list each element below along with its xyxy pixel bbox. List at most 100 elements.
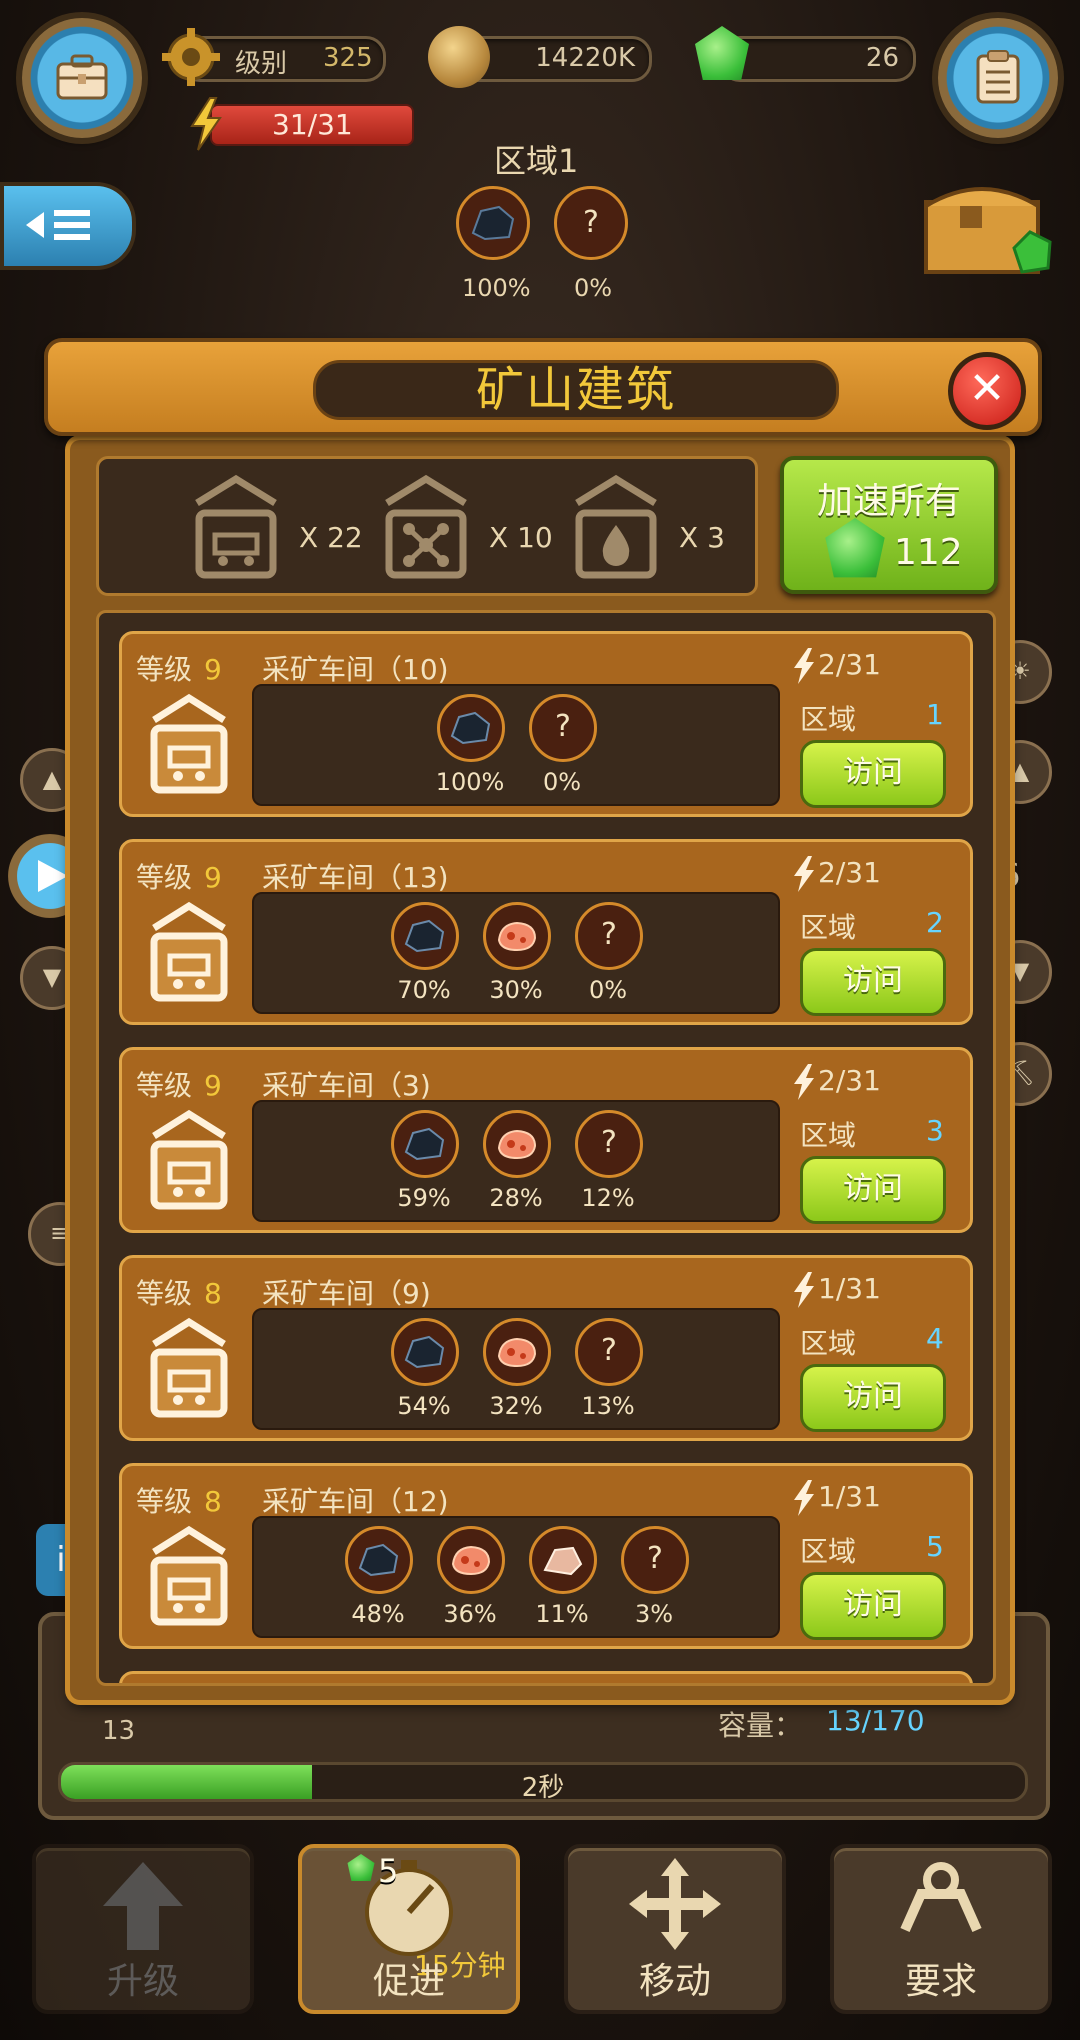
level-label: 等级 (136, 1485, 193, 1518)
resource-ball: ? (575, 902, 643, 970)
demand-button[interactable]: 要求 (830, 1844, 1052, 2014)
resource-ball: ? (529, 694, 597, 762)
zone-text: 区域 3 (800, 1114, 944, 1154)
menu-button[interactable] (0, 182, 136, 270)
copper-ore-icon (451, 1545, 491, 1576)
resource-ball: ? (621, 1526, 689, 1594)
energy-value: 31/31 (272, 108, 353, 141)
resource-pct: 0% (542, 768, 582, 796)
resource-coal: 48% (345, 1526, 413, 1628)
building-name: 采矿车间（10) (262, 653, 449, 686)
resource-pct: 54% (397, 1392, 451, 1420)
production-progress: 2秒 (58, 1762, 1028, 1802)
coal-ore-icon (450, 711, 491, 745)
resource-pct: 48% (351, 1600, 405, 1628)
level-text: 等级 9 (136, 1064, 222, 1104)
resource-pct: 30% (489, 976, 543, 1004)
resource-pct: 32% (489, 1392, 543, 1420)
level-text: 等级 9 (136, 856, 222, 896)
visit-button[interactable]: 访问 (800, 1572, 946, 1640)
question-icon: ? (647, 1541, 663, 1576)
building-name: 采矿车间（3) (262, 1069, 431, 1102)
resource-pct: 0% (588, 976, 628, 1004)
visit-button[interactable]: 访问 (800, 948, 946, 1016)
zone-resource-coal-pct: 100% (462, 274, 531, 302)
resource-coal: 59% (391, 1110, 459, 1212)
energy-value: 2/31 (818, 1064, 881, 1097)
copper-ore-icon (497, 1337, 537, 1368)
resource-copper: 30% (483, 902, 551, 1004)
visit-button[interactable]: 访问 (800, 1364, 946, 1432)
gem-value: 26 (865, 43, 899, 73)
mine-cart-building-icon (150, 1317, 228, 1418)
resource-ball (529, 1526, 597, 1594)
coin-icon (428, 26, 490, 88)
zone-text: 区域 5 (800, 1530, 944, 1570)
toolbox-button[interactable] (22, 18, 142, 138)
resource-ball (345, 1526, 413, 1594)
level-value: 8 (204, 1277, 222, 1310)
resource-ball: ? (575, 1318, 643, 1386)
move-button[interactable]: 移动 (564, 1844, 786, 2014)
zone-text: 区域 1 (800, 698, 944, 738)
mine-cart-building-icon (150, 901, 228, 1002)
resource-stone: 11% (529, 1526, 597, 1628)
zone-value: 3 (926, 1114, 944, 1147)
lightning-icon (794, 1272, 814, 1308)
energy-value: 2/31 (818, 648, 881, 681)
visit-button[interactable]: 访问 (800, 740, 946, 808)
zone-label: 区域 (800, 1119, 857, 1152)
capacity-label: 容量： (718, 1709, 803, 1742)
close-button[interactable]: ✕ (948, 352, 1026, 430)
zone-label: 区域 (800, 703, 857, 736)
lightning-icon (794, 1480, 814, 1516)
coal-ore-icon (404, 1127, 445, 1161)
energy-bar: 31/31 (210, 104, 414, 146)
bottom-left-value: 13 (102, 1716, 136, 1746)
upgrade-label: 升级 (106, 1961, 179, 2002)
level-label: 等级 (136, 1069, 193, 1102)
move-label: 移动 (638, 1961, 711, 2002)
summary-drop-count: X 3 (679, 521, 725, 554)
level-label: 等级 (136, 861, 193, 894)
building-name: 采矿车间（9) (262, 1277, 431, 1310)
lightning-icon (794, 648, 814, 684)
copper-ore-icon (497, 921, 537, 952)
dialog-title-slot: 矿山建筑 (313, 360, 839, 420)
level-value: 8 (204, 1485, 222, 1518)
upgrade-button[interactable]: 升级 (32, 1844, 254, 2014)
boost-gem-cost: 5 (378, 1852, 399, 1890)
zone-title: 区域1 (494, 142, 579, 180)
speed-up-all-button[interactable]: 加速所有 112 (780, 456, 998, 594)
mine-cart-building-icon (150, 1525, 228, 1626)
resource-coal: 54% (391, 1318, 459, 1420)
building-name: 采矿车间（12) (262, 1485, 449, 1518)
dialog-title: 矿山建筑 (475, 362, 676, 418)
building-row: 等级 8 采矿车间（9) 54% 32%? 13% 1/31 区域 4 访问 (119, 1255, 973, 1441)
stone-ore-icon (543, 1546, 583, 1576)
zone-label: 区域 (800, 1327, 857, 1360)
tasks-button[interactable] (938, 18, 1058, 138)
coal-ore-icon (404, 1335, 445, 1369)
zone-text: 区域 2 (800, 906, 944, 946)
close-icon: ✕ (968, 363, 1006, 414)
gem-pill: 26 (720, 36, 916, 82)
resource-copper: 28% (483, 1110, 551, 1212)
treasure-chest-icon[interactable] (918, 172, 1058, 282)
resource-ball (437, 694, 505, 762)
dialog-header: 矿山建筑 ✕ (44, 338, 1042, 436)
resource-coal: 70% (391, 902, 459, 1004)
resource-unknown: ? 3% (621, 1526, 689, 1628)
question-icon: ? (601, 917, 617, 952)
building-row: 等级 8 采矿车间（12) 48% 36% 11%? 3% 1/31 区域 5 访问 (119, 1463, 973, 1649)
level-text: 等级 8 (136, 1272, 222, 1312)
coal-ore-icon (471, 205, 515, 241)
level-text: 等级 9 (136, 648, 222, 688)
question-icon: ? (555, 709, 571, 744)
zone-value: 2 (926, 906, 944, 939)
boost-button[interactable]: 5 15分钟 促进 (298, 1844, 520, 2014)
resource-panel: 54% 32%? 13% (252, 1308, 780, 1430)
visit-button[interactable]: 访问 (800, 1156, 946, 1224)
level-label: 等级 (136, 653, 193, 686)
zone-resource-coal (456, 186, 530, 260)
